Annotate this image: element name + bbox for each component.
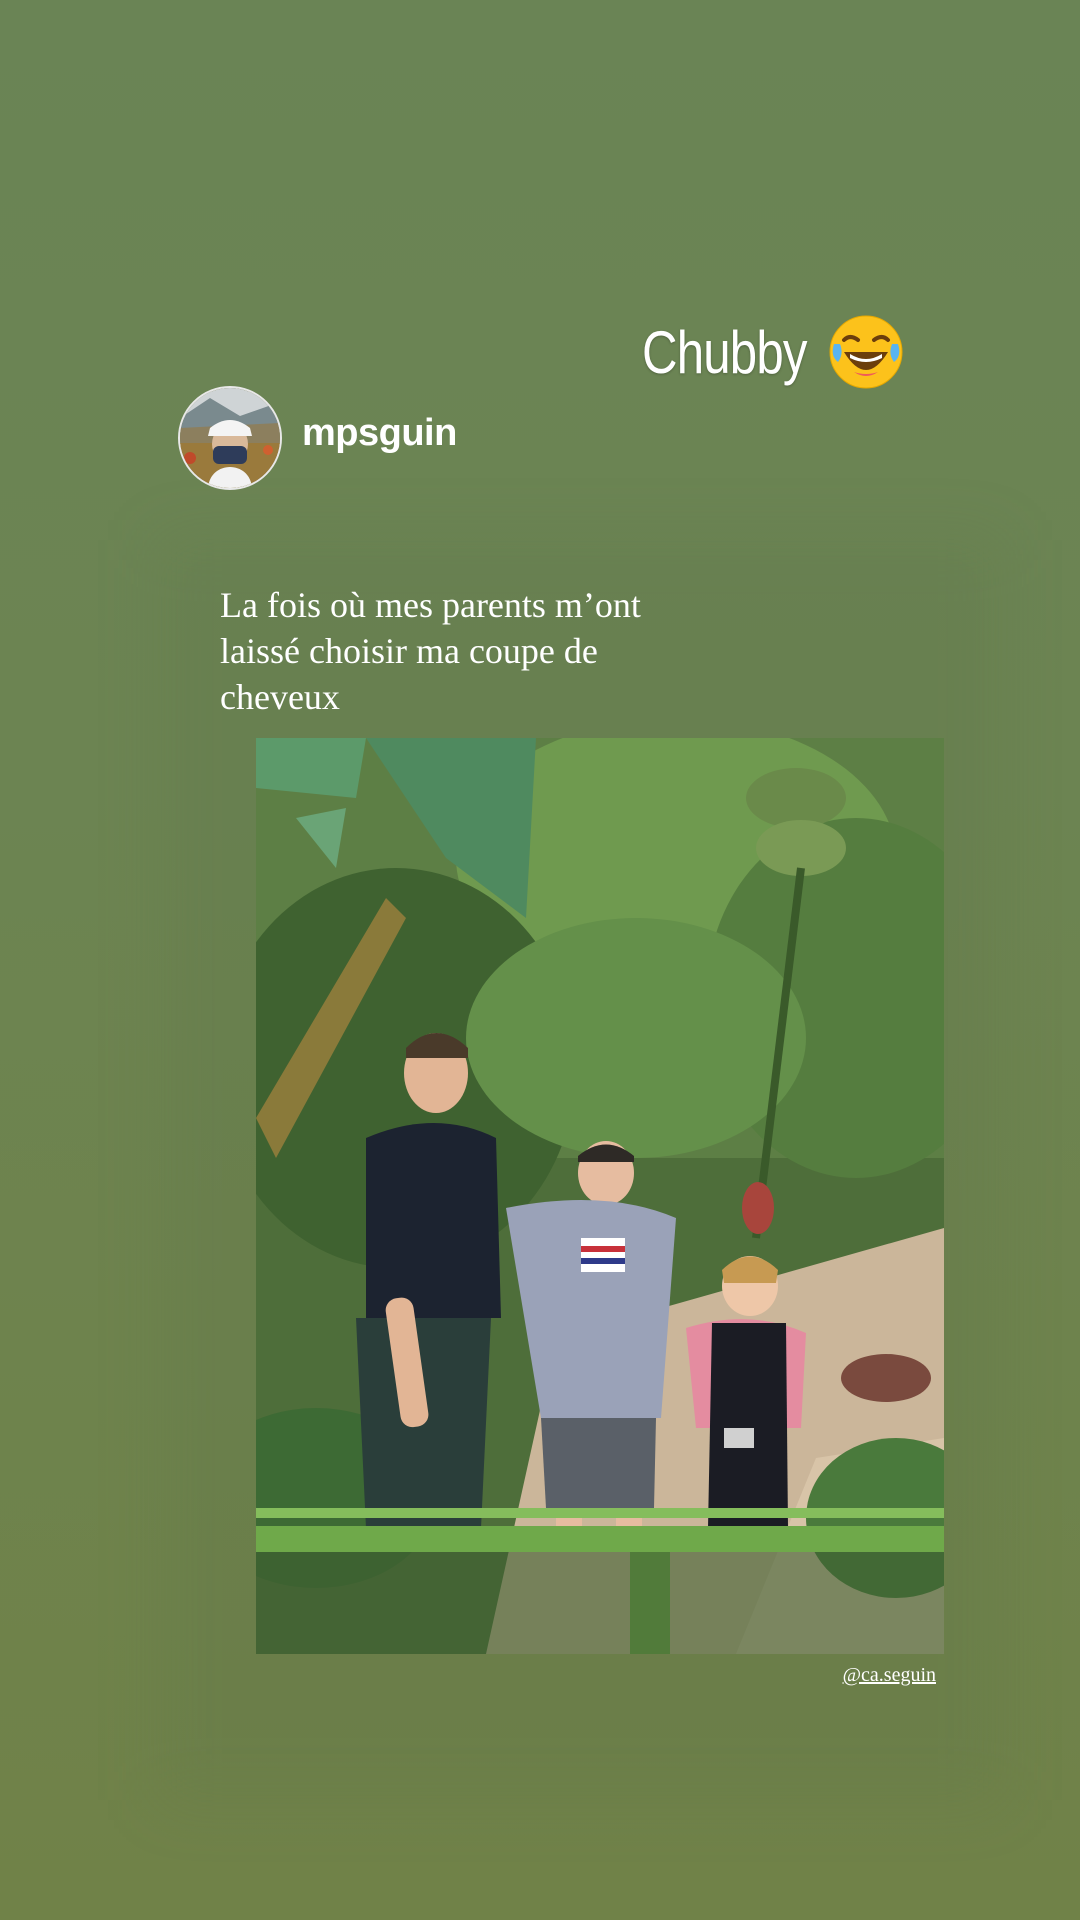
shared-post-card[interactable]: mpsguin La fois où mes parents m’ont lai… bbox=[0, 0, 1080, 1920]
profile-avatar-icon[interactable] bbox=[178, 386, 282, 490]
story-canvas[interactable]: mpsguin La fois où mes parents m’ont lai… bbox=[0, 0, 1080, 1920]
post-text: La fois où mes parents m’ont laissé choi… bbox=[220, 585, 641, 717]
tears-of-joy-emoji-icon[interactable] bbox=[828, 314, 904, 390]
family-photo[interactable] bbox=[256, 738, 944, 1654]
username[interactable]: mpsguin bbox=[302, 412, 457, 455]
photo-credit-link[interactable]: @ca.seguin bbox=[843, 1664, 936, 1687]
story-caption[interactable]: Chubby bbox=[642, 318, 807, 387]
